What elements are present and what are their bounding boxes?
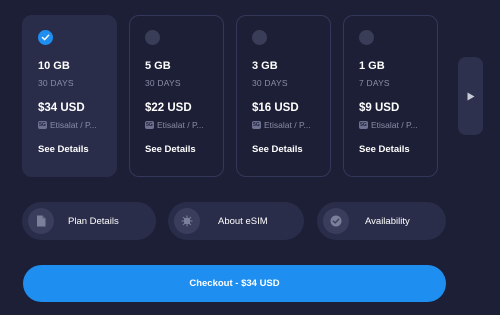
5g-badge-icon: 5G bbox=[252, 121, 261, 129]
carrier-name: Etisalat / P... bbox=[371, 120, 418, 130]
5g-badge-icon: 5G bbox=[38, 121, 47, 129]
radio-selected-icon[interactable] bbox=[38, 30, 53, 45]
see-details-link[interactable]: See Details bbox=[252, 144, 303, 155]
plan-data-amount: 3 GB bbox=[252, 60, 278, 72]
carousel-next-button[interactable] bbox=[458, 57, 483, 135]
radio-unselected-icon[interactable] bbox=[252, 30, 267, 45]
sim-chip-icon bbox=[174, 208, 200, 234]
checkout-button[interactable]: Checkout - $34 USD bbox=[23, 265, 446, 302]
plan-data-amount: 1 GB bbox=[359, 60, 385, 72]
carrier-name: Etisalat / P... bbox=[264, 120, 311, 130]
see-details-link[interactable]: See Details bbox=[145, 144, 196, 155]
plan-card-1gb[interactable]: 1 GB 7 DAYS $9 USD 5G Etisalat / P... Se… bbox=[343, 15, 438, 177]
plan-validity: 30 DAYS bbox=[252, 78, 288, 88]
plan-carousel: 10 GB 30 DAYS $34 USD 5G Etisalat / P...… bbox=[0, 0, 500, 190]
plan-price: $34 USD bbox=[38, 102, 85, 114]
play-arrow-icon bbox=[467, 92, 474, 100]
plan-data-amount: 10 GB bbox=[38, 60, 70, 72]
plan-details-label: Plan Details bbox=[68, 215, 119, 227]
availability-label: Availability bbox=[365, 215, 410, 227]
radio-unselected-icon[interactable] bbox=[145, 30, 160, 45]
carrier-name: Etisalat / P... bbox=[50, 120, 97, 130]
5g-badge-icon: 5G bbox=[359, 121, 368, 129]
plan-carrier: 5G Etisalat / P... bbox=[359, 120, 418, 130]
plan-card-3gb[interactable]: 3 GB 30 DAYS $16 USD 5G Etisalat / P... … bbox=[236, 15, 331, 177]
plan-validity: 30 DAYS bbox=[145, 78, 181, 88]
document-icon bbox=[28, 208, 54, 234]
see-details-link[interactable]: See Details bbox=[359, 144, 410, 155]
about-esim-button[interactable]: About eSIM bbox=[168, 202, 304, 240]
plan-data-amount: 5 GB bbox=[145, 60, 171, 72]
check-circle-icon bbox=[323, 208, 349, 234]
carrier-name: Etisalat / P... bbox=[157, 120, 204, 130]
about-esim-label: About eSIM bbox=[218, 215, 268, 227]
see-details-link[interactable]: See Details bbox=[38, 144, 89, 155]
5g-badge-icon: 5G bbox=[145, 121, 154, 129]
availability-button[interactable]: Availability bbox=[317, 202, 446, 240]
plan-price: $16 USD bbox=[252, 102, 299, 114]
plan-validity: 30 DAYS bbox=[38, 78, 74, 88]
plan-details-button[interactable]: Plan Details bbox=[22, 202, 156, 240]
plan-carrier: 5G Etisalat / P... bbox=[38, 120, 97, 130]
plan-card-5gb[interactable]: 5 GB 30 DAYS $22 USD 5G Etisalat / P... … bbox=[129, 15, 224, 177]
plan-price: $9 USD bbox=[359, 102, 400, 114]
plan-carrier: 5G Etisalat / P... bbox=[252, 120, 311, 130]
plan-validity: 7 DAYS bbox=[359, 78, 390, 88]
plan-price: $22 USD bbox=[145, 102, 192, 114]
plan-carrier: 5G Etisalat / P... bbox=[145, 120, 204, 130]
radio-unselected-icon[interactable] bbox=[359, 30, 374, 45]
plan-card-10gb[interactable]: 10 GB 30 DAYS $34 USD 5G Etisalat / P...… bbox=[22, 15, 117, 177]
